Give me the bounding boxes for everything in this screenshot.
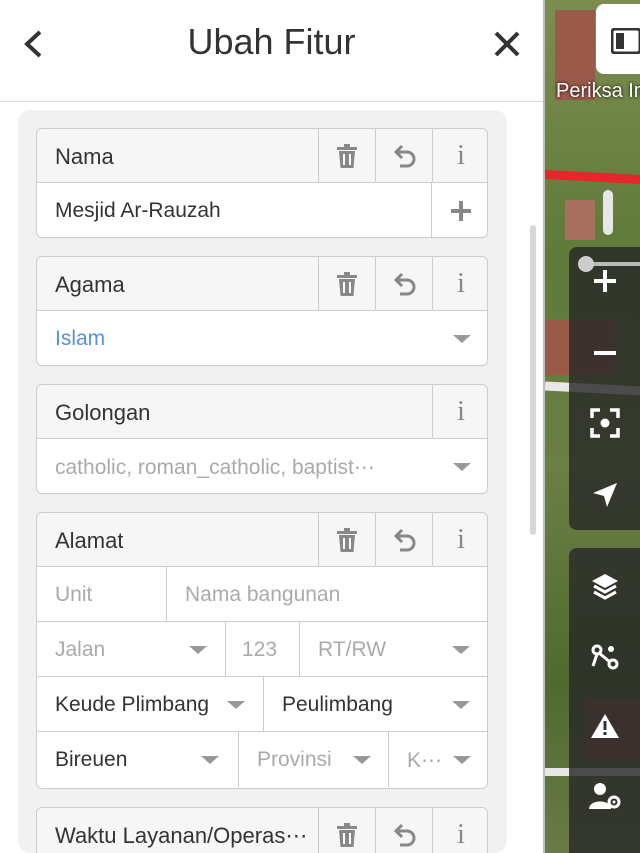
info-button[interactable]: i: [432, 808, 487, 853]
field-alamat: Alamat i Unit Nama bangunan Jalan 123 RT…: [36, 512, 488, 789]
housenumber-input[interactable]: 123: [226, 622, 300, 677]
trash-icon: [337, 822, 357, 847]
locate-icon: [589, 408, 620, 438]
district-select[interactable]: Peulimbang: [264, 677, 487, 732]
unit-input[interactable]: Unit: [37, 567, 167, 622]
rt-rw-select[interactable]: RT/RW: [300, 622, 487, 677]
map-controls-zoom: [569, 247, 640, 530]
info-icon: i: [457, 818, 465, 850]
info-icon: i: [457, 523, 465, 555]
revert-button[interactable]: [375, 257, 432, 311]
warning-icon: [590, 714, 619, 738]
trash-icon: [337, 527, 357, 552]
revert-button[interactable]: [375, 129, 432, 183]
trash-icon: [337, 143, 357, 168]
field-label: Golongan: [37, 385, 432, 439]
delete-button[interactable]: [318, 129, 375, 183]
name-input[interactable]: Mesjid Ar-Rauzah: [37, 183, 432, 237]
info-button[interactable]: i: [432, 257, 487, 311]
header: Ubah Fitur: [0, 0, 543, 102]
undo-icon: [393, 528, 416, 551]
denomination-select[interactable]: catholic, roman_catholic, baptist⋯: [37, 439, 487, 493]
chevron-down-icon: [453, 463, 471, 471]
field-nama: Nama i Mesjid Ar-Rauzah: [36, 128, 488, 238]
scrollbar[interactable]: [530, 225, 536, 535]
undo-icon: [393, 144, 416, 167]
chevron-down-icon: [227, 701, 245, 709]
zoom-out-icon: [593, 351, 616, 355]
page-title: Ubah Fitur: [187, 21, 356, 62]
chevron-down-icon: [452, 646, 470, 654]
map-building: [565, 200, 595, 240]
field-label: Nama: [37, 129, 318, 183]
undo-icon: [393, 272, 416, 295]
street-select[interactable]: Jalan: [37, 622, 226, 677]
zoom-in-icon: [593, 270, 616, 292]
panel-toggle-icon: [611, 28, 640, 54]
close-icon: [494, 31, 520, 57]
background-layers-button[interactable]: [569, 560, 640, 612]
city-select[interactable]: Bireuen: [37, 732, 239, 787]
delete-button[interactable]: [318, 513, 375, 567]
edit-nodes-icon: [591, 644, 618, 670]
issues-button[interactable]: [596, 4, 640, 74]
field-label: Alamat: [37, 513, 318, 567]
delete-button[interactable]: [318, 257, 375, 311]
chevron-down-icon: [453, 756, 471, 764]
feature-editor-panel: Ubah Fitur Nama i Mesjid Ar-Rauzah Agama: [0, 0, 543, 853]
religion-select[interactable]: Islam: [37, 311, 487, 365]
delete-button[interactable]: [318, 808, 375, 853]
close-button[interactable]: [487, 24, 527, 64]
info-icon: i: [457, 395, 465, 427]
preferences-button[interactable]: [569, 770, 640, 822]
field-golongan: Golongan i catholic, roman_catholic, bap…: [36, 384, 488, 494]
layers-icon: [591, 574, 618, 600]
info-button[interactable]: i: [432, 385, 487, 439]
info-button[interactable]: i: [432, 129, 487, 183]
chevron-down-icon: [189, 646, 207, 654]
field-label: Agama: [37, 257, 318, 311]
info-icon: i: [457, 139, 465, 171]
chevron-down-icon: [353, 756, 371, 764]
map-controls-panels: [569, 548, 640, 853]
zoom-out-button[interactable]: [569, 327, 640, 379]
trash-icon: [337, 271, 357, 296]
field-label: Waktu Layanan/Operas⋯: [37, 808, 318, 853]
issues-label: Periksa In: [556, 80, 640, 102]
map-data-button[interactable]: [569, 630, 640, 682]
navigate-icon: [592, 483, 617, 507]
building-name-input[interactable]: Nama bangunan: [167, 567, 487, 622]
zoom-in-button[interactable]: [569, 255, 640, 307]
postcode-select[interactable]: K⋯: [389, 732, 487, 787]
chevron-down-icon: [453, 335, 471, 343]
chevron-down-icon: [201, 756, 219, 764]
info-icon: i: [457, 267, 465, 299]
village-select[interactable]: Keude Plimbang: [37, 677, 264, 732]
user-settings-icon: [588, 783, 620, 809]
issues-panel-button[interactable]: [569, 700, 640, 752]
add-name-button[interactable]: [432, 183, 487, 237]
field-agama: Agama i Islam: [36, 256, 488, 366]
zoom-to-selection-button[interactable]: [569, 397, 640, 449]
selected-way: [545, 170, 640, 184]
revert-button[interactable]: [375, 513, 432, 567]
undo-icon: [393, 823, 416, 846]
province-select[interactable]: Provinsi: [239, 732, 389, 787]
revert-button[interactable]: [375, 808, 432, 853]
plus-icon: [450, 200, 471, 221]
info-button[interactable]: i: [432, 513, 487, 567]
chevron-down-icon: [452, 701, 470, 709]
field-waktu-layanan: Waktu Layanan/Operas⋯ i: [36, 807, 488, 853]
geolocate-button[interactable]: [569, 469, 640, 521]
map-road: [603, 190, 613, 235]
